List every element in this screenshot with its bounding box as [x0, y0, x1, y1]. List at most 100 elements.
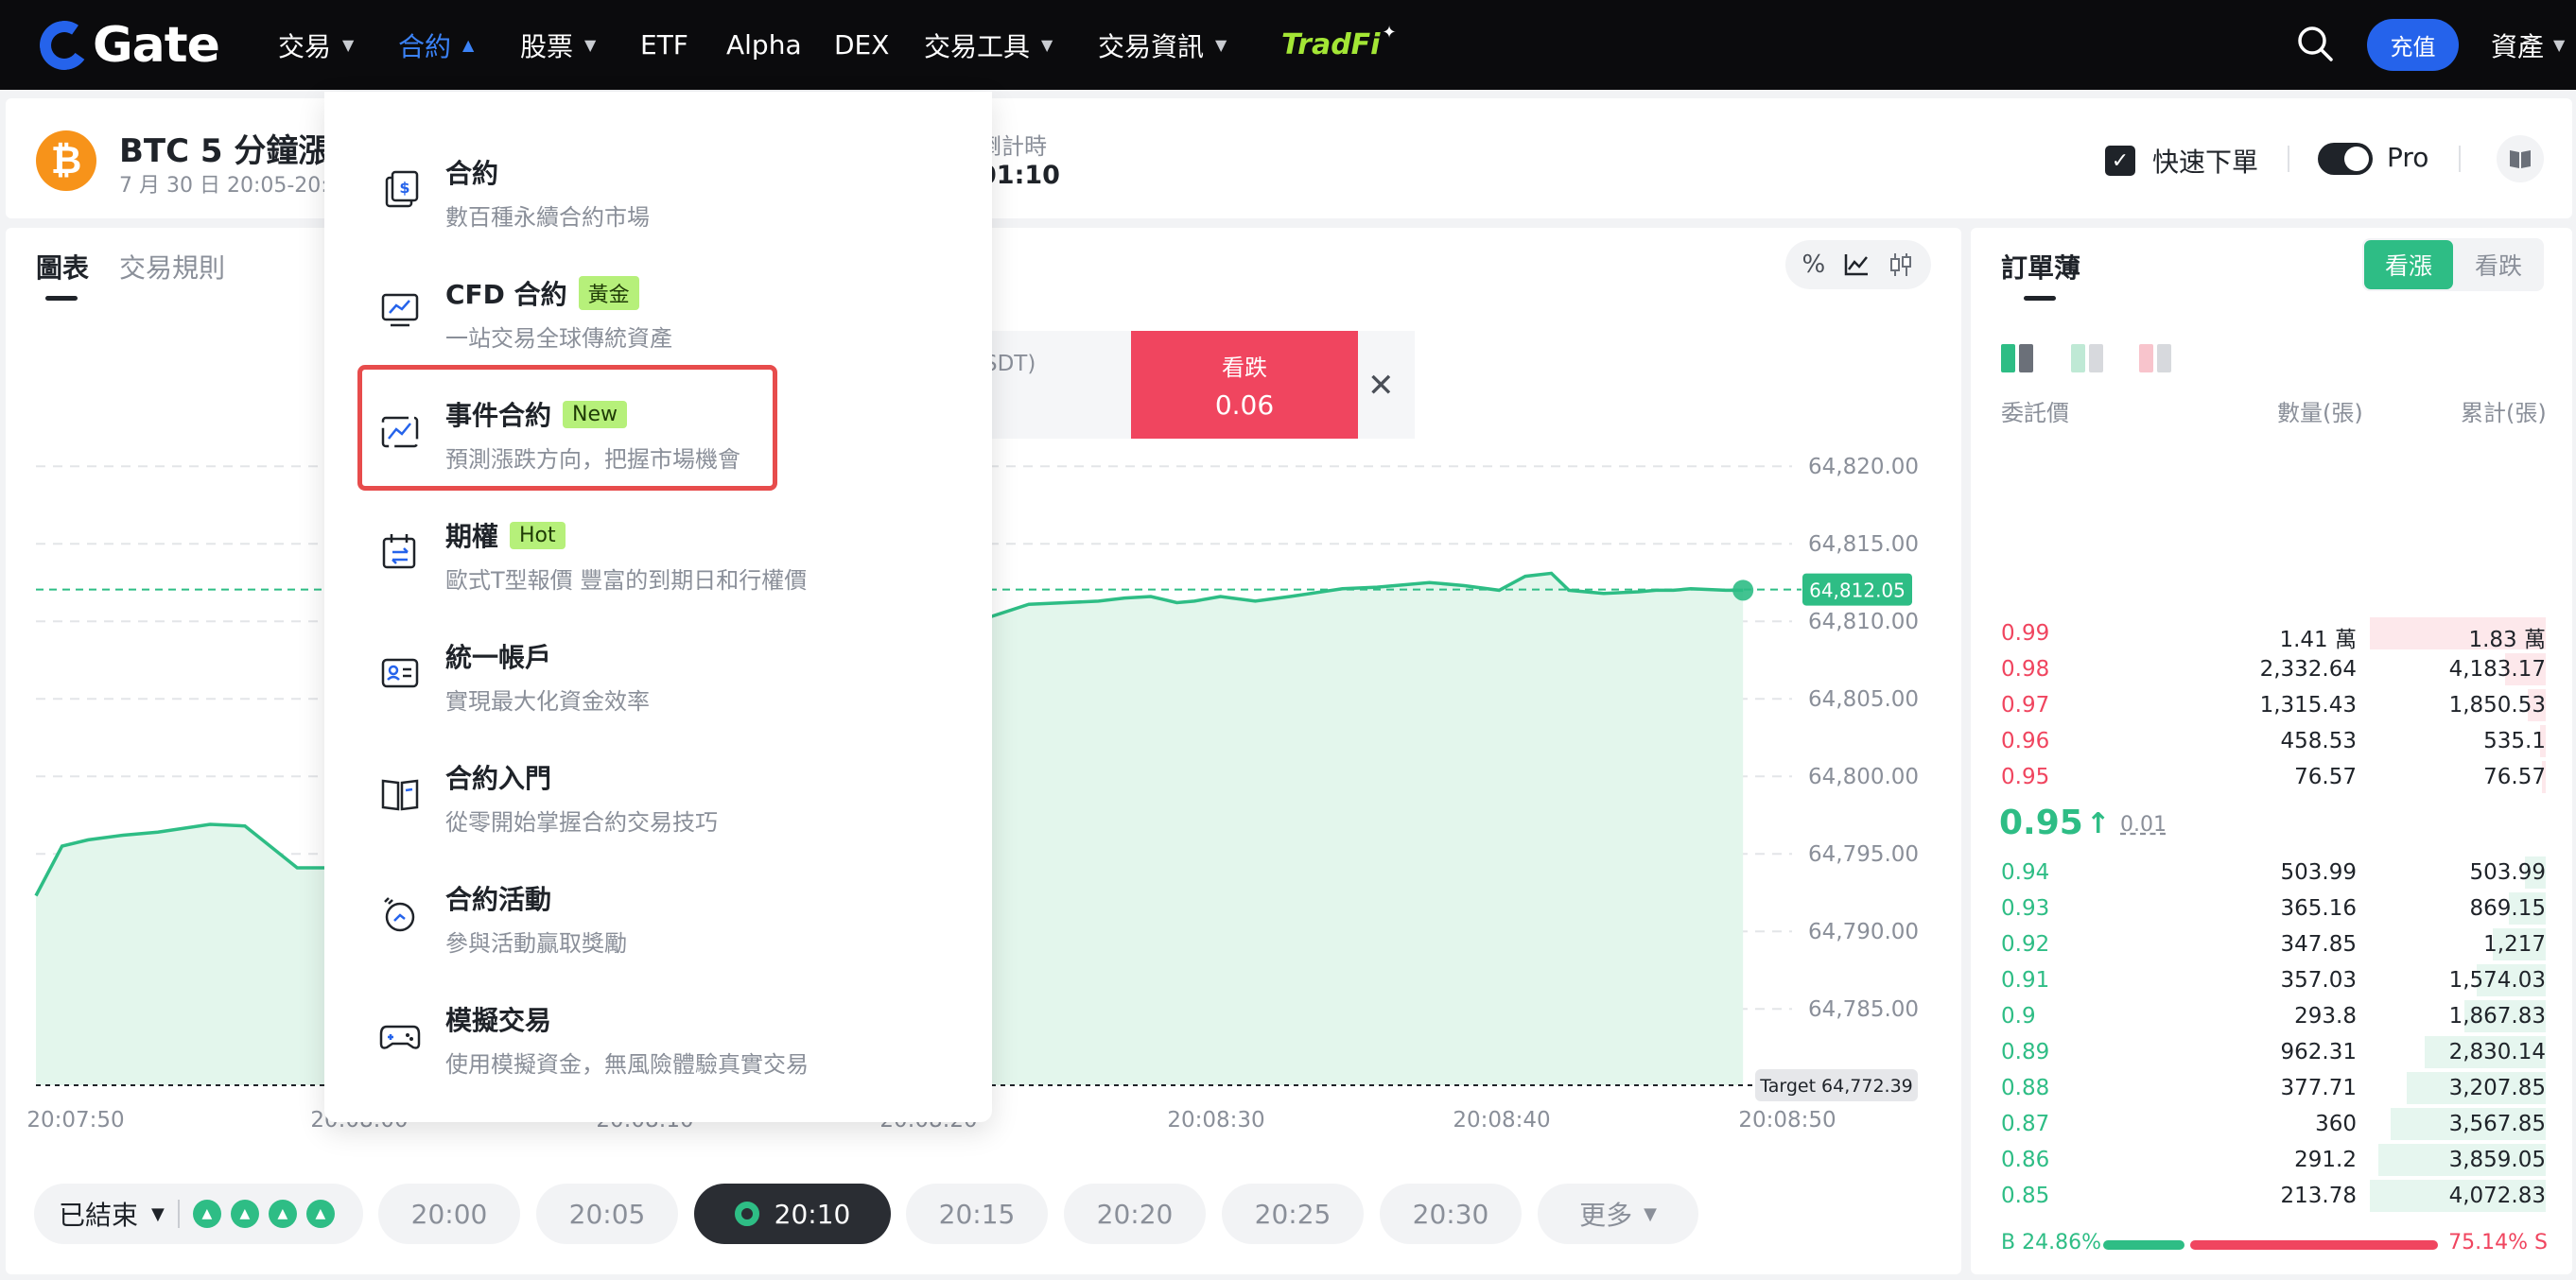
buy-ratio-label: B 24.86% — [2001, 1231, 2101, 1254]
row-qty: 293.8 — [2294, 1004, 2357, 1029]
activity-icon — [384, 897, 415, 932]
row-qty: 213.78 — [2280, 1184, 2357, 1208]
caret-down-icon: ▼ — [151, 1203, 165, 1224]
row-price: 0.93 — [2001, 896, 2050, 921]
contract-icon: $ — [385, 170, 419, 208]
col-qty-header: 數量(張) — [2277, 400, 2363, 426]
menu-item-desc: 數百種永續合約市場 — [445, 204, 650, 231]
row-price: 0.96 — [2001, 729, 2050, 753]
row-price: 0.85 — [2001, 1184, 2050, 1208]
bid-row[interactable]: 0.93 365.16 869.15 — [1999, 891, 2546, 926]
bid-row[interactable]: 0.86 291.2 3,859.05 — [1999, 1142, 2546, 1178]
menu-item-title: 合約 — [445, 153, 498, 191]
time-slot-2005[interactable]: 20:05 — [536, 1184, 678, 1244]
up-result-icon: ▲ — [305, 1200, 335, 1228]
side-up-button[interactable]: 看漲 — [2364, 240, 2453, 289]
row-qty: 962.31 — [2280, 1040, 2357, 1064]
time-slot-2000[interactable]: 20:00 — [378, 1184, 520, 1244]
row-qty: 357.03 — [2280, 968, 2357, 993]
up-result-icon: ▲ — [268, 1200, 297, 1228]
menu-item-desc: 歐式T型報價 豐富的到期日和行權價 — [445, 567, 808, 594]
row-price: 0.99 — [2001, 621, 2050, 646]
menu-item-title: 合約入門 — [445, 758, 551, 796]
x-tick-label: 20:08:40 — [1453, 1108, 1550, 1133]
row-qty: 2,332.64 — [2259, 657, 2357, 682]
side-down-button[interactable]: 看跌 — [2455, 240, 2542, 289]
row-price: 0.86 — [2001, 1148, 2050, 1172]
menu-item[interactable]: CFD 合約 黃金 一站交易全球傳統資產 — [324, 251, 992, 372]
bid-row[interactable]: 0.9 293.8 1,867.83 — [1999, 998, 2546, 1034]
bid-row[interactable]: 0.89 962.31 2,830.14 — [1999, 1034, 2546, 1070]
close-icon[interactable]: ✕ — [1367, 367, 1395, 405]
menu-item[interactable]: 合約入門 從零開始掌握合約交易技巧 — [324, 735, 992, 856]
row-total: 2,830.14 — [2448, 1040, 2546, 1064]
menu-item-badge: Hot — [510, 521, 566, 549]
row-qty: 1.41 萬 — [2279, 628, 2357, 652]
time-slot-2025[interactable]: 20:25 — [1222, 1184, 1364, 1244]
bet-fall-price: 0.06 — [1214, 389, 1275, 421]
y-tick-label: 64,790.00 — [1808, 920, 1919, 944]
highlight-box — [357, 365, 777, 491]
row-total: 1,867.83 — [2448, 1004, 2546, 1029]
menu-item-title-text: CFD 合約 — [445, 279, 567, 310]
row-total: 3,859.05 — [2448, 1148, 2546, 1172]
ask-row[interactable]: 0.96 458.53 535.1 — [1999, 723, 2546, 759]
row-price: 0.94 — [2001, 860, 2050, 885]
row-total: 4,072.83 — [2448, 1184, 2546, 1208]
cfd-chart-icon — [381, 293, 419, 327]
row-total: 4,183.17 — [2448, 657, 2546, 682]
layout-bids-icon[interactable] — [2071, 344, 2103, 372]
time-slot-current[interactable]: 20:10 — [694, 1184, 891, 1244]
ask-row[interactable]: 0.95 76.57 76.57 — [1999, 759, 2546, 795]
bid-row[interactable]: 0.92 347.85 1,217 — [1999, 926, 2546, 962]
row-price: 0.87 — [2001, 1112, 2050, 1136]
row-price: 0.92 — [2001, 932, 2050, 957]
up-result-icon: ▲ — [230, 1200, 259, 1228]
bid-row[interactable]: 0.91 357.03 1,574.03 — [1999, 962, 2546, 998]
more-slots-button[interactable]: 更多 ▼ — [1538, 1184, 1698, 1244]
menu-item-title-text: 合約活動 — [445, 884, 552, 915]
time-slot-2020[interactable]: 20:20 — [1064, 1184, 1206, 1244]
layout-both-icon[interactable] — [2001, 344, 2033, 372]
x-tick-label: 20:08:50 — [1738, 1108, 1836, 1133]
ask-row[interactable]: 0.99 1.41 萬 1.83 萬 — [1999, 615, 2546, 652]
layout-asks-icon[interactable] — [2139, 344, 2171, 372]
sell-ratio-label: 75.14% S — [2448, 1231, 2548, 1254]
row-qty: 458.53 — [2280, 729, 2357, 753]
menu-item-title-text: 合約 — [445, 158, 499, 189]
menu-item-title: 期權 Hot — [445, 516, 566, 554]
buy-sell-ratio: B 24.86% 75.14% S — [2001, 1231, 2548, 1259]
col-price-header: 委託價 — [2001, 400, 2069, 426]
y-tick-label: 64,800.00 — [1808, 765, 1919, 789]
menu-item[interactable]: 期權 Hot 歐式T型報價 豐富的到期日和行權價 — [324, 493, 992, 614]
time-slot-2030[interactable]: 20:30 — [1380, 1184, 1522, 1244]
menu-item[interactable]: 模擬交易 使用模擬資金，無風險體驗真實交易 — [324, 977, 992, 1098]
menu-item-badge: 黃金 — [578, 276, 639, 310]
menu-item-title-text: 模擬交易 — [445, 1005, 552, 1036]
bid-row[interactable]: 0.94 503.99 503.99 — [1999, 855, 2546, 891]
row-total: 1,217 — [2483, 932, 2546, 957]
ask-row[interactable]: 0.97 1,315.43 1,850.53 — [1999, 687, 2546, 723]
menu-item[interactable]: $ 合約數百種永續合約市場 — [324, 130, 992, 251]
row-total: 535.1 — [2483, 729, 2546, 753]
row-price: 0.88 — [2001, 1076, 2050, 1100]
row-total: 3,207.85 — [2448, 1076, 2546, 1100]
row-total: 503.99 — [2469, 860, 2546, 885]
menu-item-title: 模擬交易 — [445, 1000, 551, 1038]
row-total: 3,567.85 — [2448, 1112, 2546, 1136]
y-tick-label: 64,810.00 — [1808, 610, 1919, 634]
bid-row[interactable]: 0.85 213.78 4,072.83 — [1999, 1178, 2546, 1214]
more-label: 更多 — [1579, 1200, 1633, 1231]
col-total-header: 累計(張) — [2461, 400, 2547, 426]
bid-row[interactable]: 0.87 360 3,567.85 — [1999, 1106, 2546, 1142]
menu-item[interactable]: 合約活動 參與活動贏取獎勵 — [324, 856, 992, 977]
order-book-title: 訂單薄 — [2001, 252, 2081, 284]
menu-item[interactable]: 統一帳戶 實現最大化資金效率 — [324, 614, 992, 735]
current-slot-label: 20:10 — [774, 1198, 851, 1230]
row-total: 869.15 — [2469, 896, 2546, 921]
bid-row[interactable]: 0.88 377.71 3,207.85 — [1999, 1070, 2546, 1106]
bet-fall-button[interactable]: 看跌 0.06 — [1131, 331, 1358, 439]
ask-row[interactable]: 0.98 2,332.64 4,183.17 — [1999, 651, 2546, 687]
ended-rounds-select[interactable]: 已結束 ▼ ▲ ▲ ▲ ▲ — [34, 1184, 363, 1244]
time-slot-2015[interactable]: 20:15 — [906, 1184, 1048, 1244]
